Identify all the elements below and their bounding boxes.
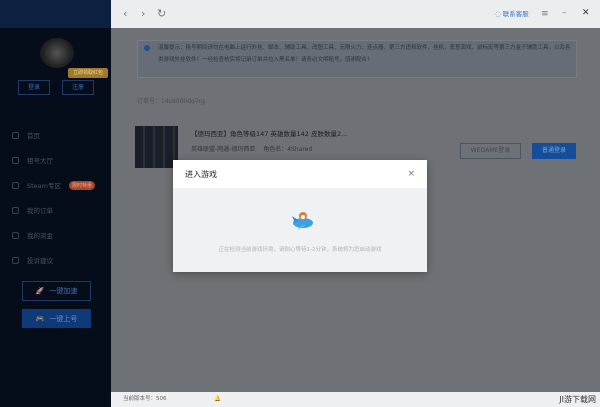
headset-icon: ◌ (495, 10, 503, 18)
sale-badge: 限时特惠 (69, 180, 96, 190)
refresh-icon[interactable]: ↻ (157, 7, 166, 20)
status-bar: 当前版本号：506 🔔 (111, 392, 600, 407)
promo-badge[interactable]: 立即领取红包 (68, 68, 108, 78)
sidebar-item-label: 投诉建议 (27, 257, 53, 265)
dialog-message: 正在检测当前游戏环境，请耐心等待1-2分钟，系统将为您启动游戏 (218, 247, 382, 253)
menu-icon[interactable]: ≡ (541, 9, 549, 19)
minimize-icon[interactable]: – (562, 8, 567, 18)
close-icon[interactable]: × (407, 169, 415, 179)
wallet-icon (12, 231, 19, 239)
sidebar-top (0, 0, 111, 28)
airplane-icon (292, 212, 313, 230)
watermark: JI游下载网 (559, 395, 596, 404)
dialog-header: 进入游戏 × (173, 160, 427, 188)
close-icon[interactable]: ✕ (582, 8, 590, 18)
rocket-icon: 🚀 (35, 287, 45, 295)
item-title: 【德玛西亚】角色等级147 英雄数量142 皮肤数量2... (191, 130, 348, 138)
support-label: 联系客服 (502, 10, 529, 18)
feedback-icon (12, 256, 19, 264)
gamepad-icon: 🎮 (35, 314, 45, 323)
sidebar-item-funds[interactable]: 我的资金 (12, 228, 107, 242)
dialog-title: 进入游戏 (185, 169, 217, 179)
enter-game-dialog: 进入游戏 × 正在检测当前游戏环境，请耐心等待1-2分钟，系统将为您启动游戏 (173, 160, 427, 272)
sidebar-item-label: Steam专区 (27, 182, 61, 190)
accelerate-button[interactable]: 🚀 一键加速 (22, 281, 91, 301)
normal-login-button[interactable]: 普通登录 (532, 143, 576, 159)
quick-login-label: 一键上号 (49, 314, 78, 323)
sidebar-item-label: 租号大厅 (27, 157, 53, 165)
sidebar-item-label: 我的订单 (27, 207, 53, 215)
accelerate-label: 一键加速 (49, 287, 78, 295)
sidebar: 立即领取红包 登录 注册 首页 租号大厅 Steam专区 限时特惠 我的订单 我的… (0, 0, 111, 407)
login-button[interactable]: 登录 (18, 80, 50, 95)
sidebar-item-home[interactable]: 首页 (12, 128, 107, 142)
info-icon (144, 45, 150, 51)
register-button[interactable]: 注册 (62, 80, 94, 95)
quick-login-button[interactable]: 🎮 一键上号 (22, 309, 91, 328)
wegame-login-button[interactable]: WEGAME登录 (460, 143, 521, 159)
notice-text: 温馨提示：租号期间请勿在电脑上运行外挂、脚本、辅助工具、改图工具、无限火力、连点… (158, 45, 571, 63)
avatar[interactable] (40, 38, 74, 68)
sidebar-item-orders[interactable]: 我的订单 (12, 203, 107, 217)
order-number: 订单号：14c6000dq7rg (137, 98, 205, 105)
item-subtitle: 英雄联盟-网通-德玛西亚 角色名：4Shared (191, 146, 313, 153)
version-text: 当前版本号：506 (123, 396, 167, 402)
item-thumbnail (135, 126, 178, 168)
sidebar-item-hall[interactable]: 租号大厅 (12, 153, 107, 167)
home-icon (12, 131, 19, 139)
sidebar-item-feedback[interactable]: 投诉建议 (12, 253, 107, 267)
sidebar-item-steam[interactable]: Steam专区 限时特惠 (12, 178, 107, 192)
sidebar-item-label: 首页 (27, 132, 40, 140)
support-button[interactable]: ◌ 联系客服 (495, 8, 529, 18)
steam-icon (12, 181, 19, 189)
order-icon (12, 206, 19, 214)
forward-icon[interactable]: › (141, 7, 145, 20)
list-icon (12, 156, 19, 164)
back-icon[interactable]: ‹ (123, 7, 127, 20)
notice-banner: 温馨提示：租号期间请勿在电脑上运行外挂、脚本、辅助工具、改图工具、无限火力、连点… (137, 40, 577, 78)
title-bar: ‹ › ↻ ◌ 联系客服 ≡ – ✕ (111, 0, 600, 28)
bell-icon[interactable]: 🔔 (214, 392, 221, 407)
sidebar-item-label: 我的资金 (27, 232, 53, 240)
